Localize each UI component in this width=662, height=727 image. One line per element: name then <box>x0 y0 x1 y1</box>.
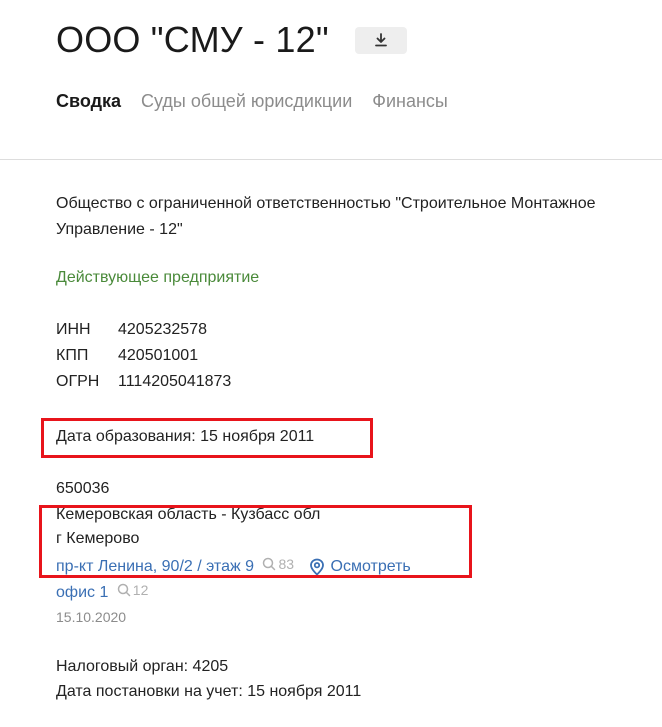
requisite-inn: ИНН 4205232578 <box>56 317 231 343</box>
tab-finance[interactable]: Финансы <box>372 88 448 114</box>
highlight-box-address <box>39 505 472 578</box>
header-divider <box>0 159 662 160</box>
company-full-name: Общество с ограниченной ответственностью… <box>56 195 596 238</box>
requisite-label: ОГРН <box>56 373 100 390</box>
search-icon <box>117 583 131 597</box>
office-views: 12 <box>117 577 149 603</box>
office-views-count: 12 <box>132 582 149 598</box>
highlight-box-founded <box>41 418 373 458</box>
download-icon <box>374 33 387 47</box>
requisite-label: КПП <box>56 347 89 364</box>
page-title: ООО "СМУ - 12" <box>56 19 329 60</box>
requisite-value: 1114205041873 <box>118 373 232 390</box>
address-office-row: офис 1 12 <box>56 577 148 606</box>
header: ООО "СМУ - 12" <box>56 12 407 68</box>
postal-code: 650036 <box>56 480 110 497</box>
tab-bar: Сводка Суды общей юрисдикции Финансы <box>56 88 448 114</box>
requisite-label: ИНН <box>56 321 91 338</box>
tax-authority: Налоговый орган: 4205 <box>56 658 229 675</box>
requisites: ИНН 4205232578 КПП 420501001 ОГРН 111420… <box>56 317 231 395</box>
requisite-value: 420501001 <box>118 347 199 364</box>
company-page: ООО "СМУ - 12" Сводка Суды общей юрисдик… <box>0 0 662 727</box>
office-link[interactable]: офис 1 <box>56 584 108 601</box>
tab-courts[interactable]: Суды общей юрисдикции <box>141 88 352 114</box>
requisite-ogrn: ОГРН 1114205041873 <box>56 369 231 395</box>
requisite-value: 4205232578 <box>118 321 207 338</box>
address-date: 15.10.2020 <box>56 609 127 625</box>
tax-registration-date: Дата постановки на учет: 15 ноября 2011 <box>56 683 362 700</box>
requisite-kpp: КПП 420501001 <box>56 343 231 369</box>
status-badge: Действующее предприятие <box>56 269 260 286</box>
download-button[interactable] <box>354 26 407 54</box>
tab-summary[interactable]: Сводка <box>56 88 121 114</box>
